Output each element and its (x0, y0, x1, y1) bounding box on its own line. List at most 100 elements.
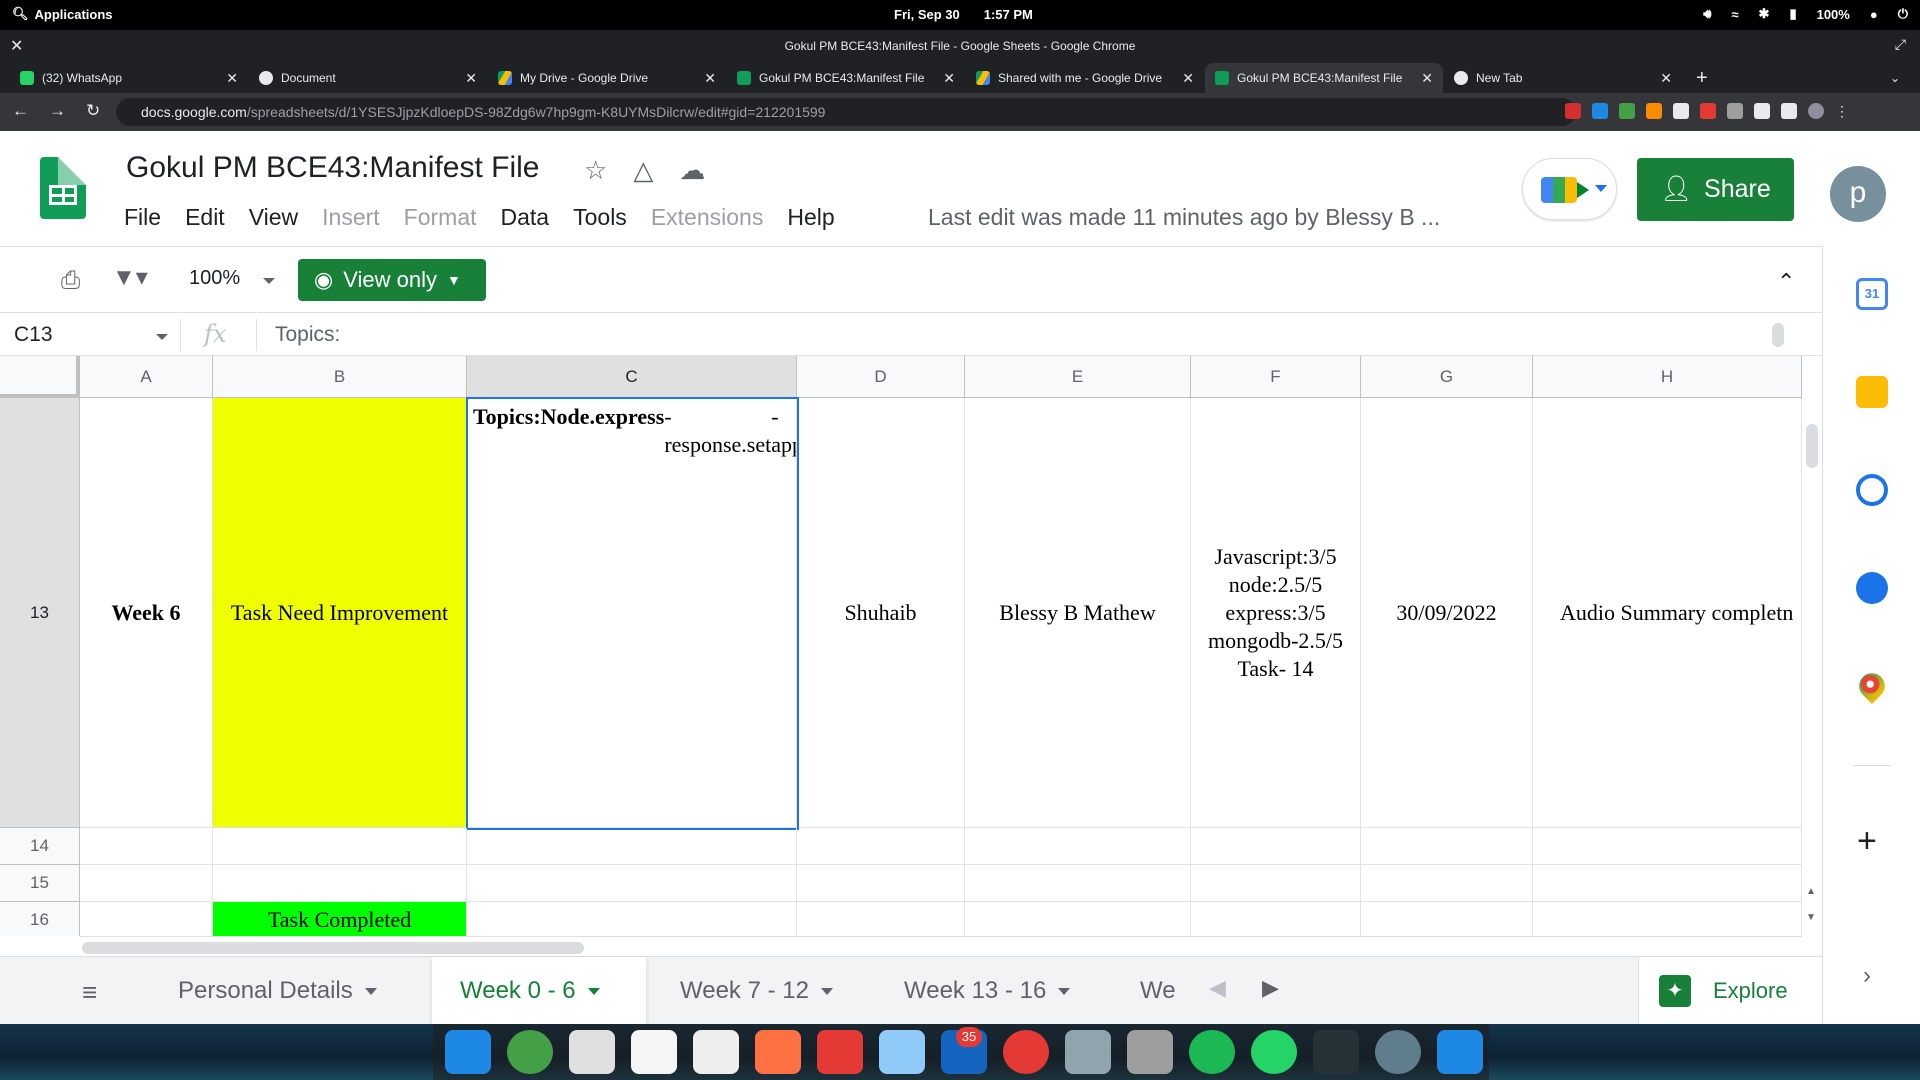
contacts-icon[interactable] (1856, 572, 1888, 604)
cell-f13[interactable]: Javascript:3/5 node:2.5/5 express:3/5 mongo… (1191, 398, 1361, 828)
photos-icon[interactable] (879, 1030, 925, 1074)
row-header-13[interactable]: 13 (0, 398, 80, 828)
close-tab-icon[interactable]: ✕ (1660, 70, 1672, 87)
sheets-logo[interactable] (40, 157, 86, 219)
menu-extensions[interactable]: Extensions (651, 204, 764, 231)
formula-input[interactable]: Topics: (275, 323, 340, 347)
meet-button[interactable] (1522, 158, 1617, 220)
notification-icon[interactable]: ● (1870, 7, 1878, 22)
spotify-icon[interactable] (1189, 1030, 1235, 1074)
menu-file[interactable]: File (124, 204, 161, 231)
extension-icon[interactable] (1673, 103, 1689, 119)
chevron-down-icon[interactable] (820, 987, 833, 995)
cell-f15[interactable] (1191, 865, 1361, 902)
view-only-button[interactable]: ◉ View only ▼ (298, 259, 486, 301)
close-tab-icon[interactable]: ✕ (943, 70, 955, 87)
resize-icon[interactable]: ⤢ (1895, 36, 1906, 53)
keep-icon[interactable] (1856, 376, 1888, 408)
video-icon[interactable] (817, 1030, 863, 1074)
tab-my-drive[interactable]: My Drive - Google Drive ✕ (488, 63, 726, 93)
column-header-g[interactable]: G (1361, 356, 1533, 398)
cell-d15[interactable] (797, 865, 965, 902)
cell-b13[interactable]: Task Need Improvement (213, 398, 467, 828)
reload-icon[interactable]: ↻ (86, 101, 100, 121)
menu-data[interactable]: Data (501, 204, 550, 231)
puzzle-icon[interactable] (1754, 103, 1770, 119)
forward-icon[interactable]: → (49, 101, 66, 121)
all-sheets-icon[interactable]: ≡ (82, 977, 97, 1008)
cell-c14[interactable] (467, 828, 797, 865)
browser-icon[interactable] (507, 1030, 553, 1074)
column-header-a[interactable]: A (80, 356, 213, 398)
tasks-icon[interactable] (1856, 474, 1888, 506)
star-icon[interactable]: ☆ (584, 155, 607, 186)
zoom-select[interactable]: 100% (189, 267, 240, 290)
sheet-tab-truncated[interactable]: We (1112, 957, 1184, 1025)
menu-insert[interactable]: Insert (322, 204, 380, 231)
cell-a13[interactable]: Week 6 (80, 398, 213, 828)
tab-sheets-active[interactable]: Gokul PM BCE43:Manifest File ✕ (1205, 63, 1443, 93)
cell-f16[interactable] (1191, 902, 1361, 936)
sheet-tab-week-7-12[interactable]: Week 7 - 12 (652, 957, 876, 1025)
document-title[interactable]: Gokul PM BCE43:Manifest File (126, 151, 539, 185)
cloud-status-icon[interactable]: ☁︎ (679, 155, 705, 186)
menu-format[interactable]: Format (404, 204, 477, 231)
scroll-down-icon[interactable]: ▼ (1806, 912, 1816, 923)
chrome-icon[interactable] (1003, 1030, 1049, 1074)
tasks-app-icon[interactable] (631, 1030, 677, 1074)
url-field[interactable]: docs.google.com/spreadsheets/d/1YSESJjpz… (116, 98, 1576, 126)
name-box[interactable]: C13 (14, 323, 53, 347)
select-all-corner[interactable] (0, 356, 80, 398)
cell-a15[interactable] (80, 865, 213, 902)
cell-g15[interactable] (1361, 865, 1533, 902)
tab-shared-drive[interactable]: Shared with me - Google Drive ✕ (966, 63, 1204, 93)
scroll-up-icon[interactable]: ▲ (1806, 886, 1816, 897)
column-header-f[interactable]: F (1191, 356, 1361, 398)
cell-d14[interactable] (797, 828, 965, 865)
cell-h16[interactable] (1533, 902, 1802, 936)
cell-h14[interactable] (1533, 828, 1802, 865)
sheet-tab-week-13-16[interactable]: Week 13 - 16 (876, 957, 1112, 1025)
avatar[interactable]: p (1830, 166, 1886, 222)
multitasking-icon[interactable] (445, 1030, 491, 1074)
last-edit-link[interactable]: Last edit was made 11 minutes ago by Ble… (928, 204, 1440, 231)
cell-a16[interactable] (80, 902, 213, 936)
collapse-toolbar-icon[interactable]: ⌃ (1777, 269, 1795, 295)
close-tab-icon[interactable]: ✕ (1182, 70, 1194, 87)
horizontal-scrollbar[interactable] (80, 936, 1802, 956)
sheet-tab-week-0-6[interactable]: Week 0 - 6 (432, 957, 646, 1025)
extension-icon[interactable] (1646, 103, 1662, 119)
column-header-d[interactable]: D (797, 356, 965, 398)
scroll-tabs-right-icon[interactable]: ▶ (1262, 975, 1279, 1001)
column-header-c[interactable]: C (467, 356, 797, 398)
share-button[interactable]: 👤︎ Share (1637, 158, 1794, 221)
music-icon[interactable] (755, 1030, 801, 1074)
chevron-down-icon[interactable] (364, 987, 377, 995)
cell-b15[interactable] (213, 865, 467, 902)
power-icon[interactable]: ⏻ (1898, 6, 1908, 22)
sheet-tab-personal-details[interactable]: Personal Details (150, 957, 432, 1025)
cell-h15[interactable] (1533, 865, 1802, 902)
tab-sheets-1[interactable]: Gokul PM BCE43:Manifest File ✕ (727, 63, 965, 93)
vscode-icon[interactable] (1437, 1030, 1483, 1074)
expand-panel-icon[interactable]: › (1863, 962, 1871, 990)
row-header-15[interactable]: 15 (0, 865, 80, 902)
cell-g16[interactable] (1361, 902, 1533, 936)
calendar-icon[interactable]: 31 (1856, 278, 1888, 310)
terminal-icon[interactable] (1313, 1030, 1359, 1074)
cell-b16[interactable]: Task Completed (213, 902, 467, 936)
column-header-h[interactable]: H (1533, 356, 1802, 398)
mail-icon[interactable] (569, 1030, 615, 1074)
cell-e13[interactable]: Blessy B Mathew (965, 398, 1191, 828)
battery-icon[interactable]: ▮ (1789, 6, 1796, 22)
filter-icon[interactable]: ▼▾ (112, 263, 148, 292)
cell-e14[interactable] (965, 828, 1191, 865)
horizontal-scrollbar-thumb[interactable] (82, 942, 584, 954)
menu-help[interactable]: Help (787, 204, 834, 231)
print-icon[interactable]: ⎙ (61, 267, 91, 294)
wifi-icon[interactable]: ≈ (1731, 7, 1738, 22)
download-icon[interactable] (1592, 103, 1608, 119)
extension-icon[interactable] (1565, 103, 1581, 119)
camera-icon[interactable] (1375, 1030, 1421, 1074)
cell-e16[interactable] (965, 902, 1191, 936)
